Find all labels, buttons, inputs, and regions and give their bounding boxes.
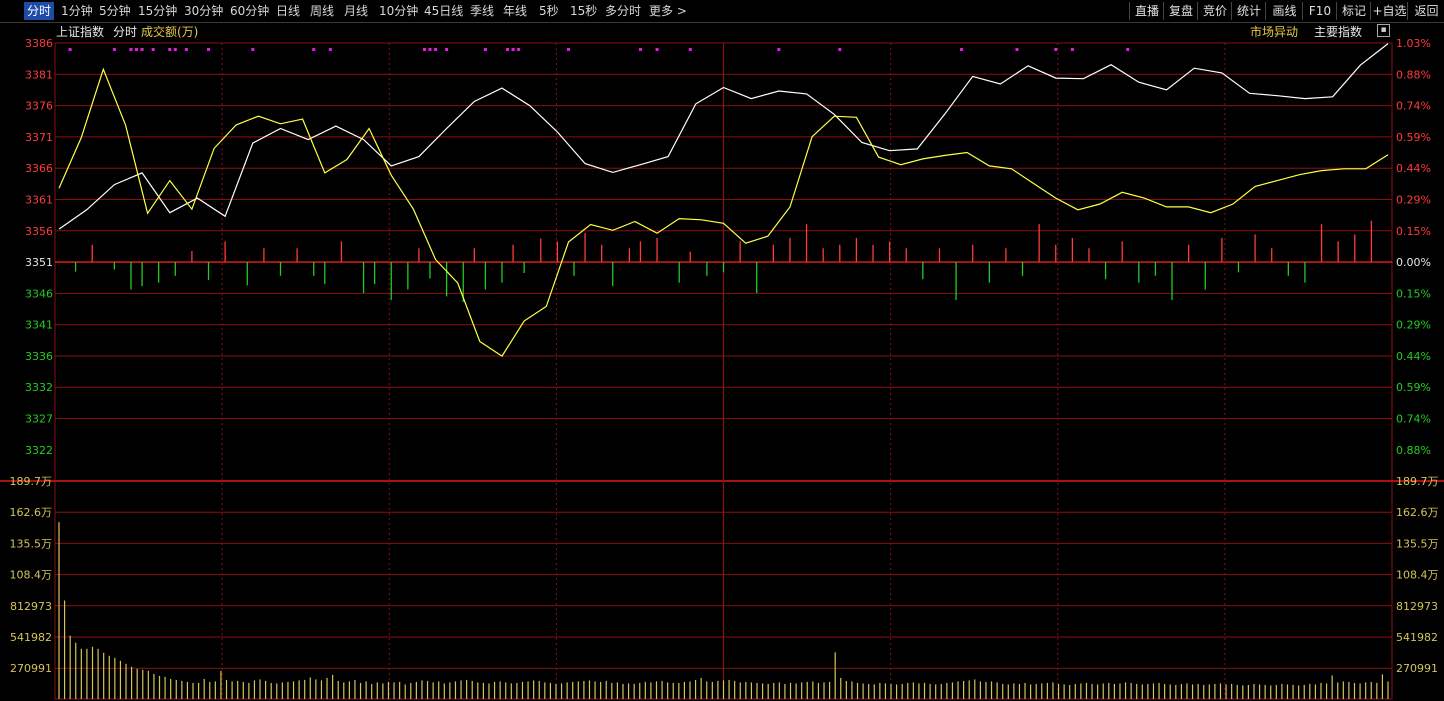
pct-tick-label: 0.15%: [1396, 225, 1431, 238]
anomaly-marker: [777, 48, 781, 51]
anomaly-marker: [151, 48, 155, 51]
anomaly-marker: [960, 48, 964, 51]
anomaly-marker: [173, 48, 177, 51]
price-tick-label: 3361: [25, 194, 53, 207]
volume-tick-label-right: 135.5万: [1396, 537, 1439, 550]
pct-tick-label: 0.29%: [1396, 194, 1431, 207]
pct-tick-label: 0.88%: [1396, 68, 1431, 81]
anomaly-marker: [566, 48, 570, 51]
anomaly-marker: [68, 48, 72, 51]
pct-tick-label: 0.74%: [1396, 413, 1431, 426]
anomaly-marker: [1070, 48, 1074, 51]
anomaly-marker: [207, 48, 211, 51]
volume-tick-label-left: 541982: [10, 631, 52, 644]
anomaly-marker: [655, 48, 659, 51]
volume-tick-label-left: 270991: [10, 662, 52, 675]
volume-tick-label-right: 162.6万: [1396, 506, 1439, 519]
anomaly-marker: [483, 48, 487, 51]
price-tick-label: 3381: [25, 68, 53, 81]
pct-tick-label: 0.44%: [1396, 162, 1431, 175]
anomaly-marker: [517, 48, 521, 51]
pct-tick-label: 0.59%: [1396, 381, 1431, 394]
volume-tick-label-right: 541982: [1396, 631, 1438, 644]
price-tick-label: 3366: [25, 162, 53, 175]
anomaly-marker: [328, 48, 332, 51]
anomaly-marker: [428, 48, 432, 51]
volume-tick-label-left: 812973: [10, 600, 52, 613]
anomaly-marker: [135, 48, 139, 51]
price-tick-label: 3351: [25, 256, 53, 269]
pct-tick-label: 0.29%: [1396, 319, 1431, 332]
volume-tick-label-left: 162.6万: [10, 506, 53, 519]
anomaly-marker: [511, 48, 515, 51]
volume-tick-label-left: 189.7万: [10, 475, 53, 488]
price-tick-label: 3371: [25, 131, 53, 144]
anomaly-marker: [688, 48, 692, 51]
anomaly-marker: [1015, 48, 1019, 51]
anomaly-marker: [112, 48, 116, 51]
pct-tick-label: 0.74%: [1396, 100, 1431, 113]
price-tick-label: 3322: [25, 444, 53, 457]
price-tick-label: 3327: [25, 413, 53, 426]
pct-tick-label: 0.44%: [1396, 350, 1431, 363]
price-tick-label: 3332: [25, 381, 53, 394]
pct-tick-label: 0.88%: [1396, 444, 1431, 457]
anomaly-marker: [422, 48, 426, 51]
pct-tick-label: 1.03%: [1396, 37, 1431, 50]
volume-tick-label-right: 812973: [1396, 600, 1438, 613]
anomaly-marker: [434, 48, 438, 51]
price-tick-label: 3376: [25, 100, 53, 113]
intraday-chart: 3386 3381 3376 3371 3366 3361 3356 3351 3346 3341…: [0, 37, 1444, 700]
price-tick-label: 3346: [25, 287, 53, 300]
price-tick-label: 3356: [25, 225, 53, 238]
anomaly-marker: [506, 48, 510, 51]
volume-tick-label-left: 135.5万: [10, 537, 53, 550]
anomaly-marker: [638, 48, 642, 51]
pct-tick-label: 0.15%: [1396, 287, 1431, 300]
pct-tick-label: 0.59%: [1396, 131, 1431, 144]
volume-tick-label-right: 189.7万: [1396, 475, 1439, 488]
anomaly-marker: [1126, 48, 1130, 51]
pct-tick-label: 0.00%: [1396, 256, 1431, 269]
price-tick-label: 3341: [25, 319, 53, 332]
price-tick-label: 3386: [25, 37, 53, 50]
anomaly-marker: [838, 48, 842, 51]
price-tick-label: 3336: [25, 350, 53, 363]
volume-tick-label-right: 270991: [1396, 662, 1438, 675]
anomaly-marker: [140, 48, 144, 51]
volume-tick-label-left: 108.4万: [10, 569, 53, 582]
volume-tick-label-right: 108.4万: [1396, 569, 1439, 582]
anomaly-marker: [1054, 48, 1058, 51]
anomaly-marker: [184, 48, 188, 51]
anomaly-marker: [168, 48, 172, 51]
anomaly-marker: [312, 48, 316, 51]
anomaly-marker: [445, 48, 449, 51]
anomaly-marker: [129, 48, 133, 51]
anomaly-marker: [251, 48, 255, 51]
